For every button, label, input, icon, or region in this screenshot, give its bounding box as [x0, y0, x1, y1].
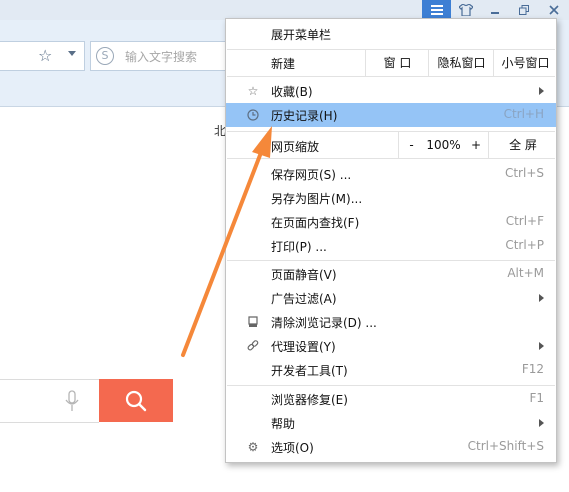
menu-item-favorites[interactable]: ☆ 收藏(B) [226, 79, 556, 103]
gear-icon: ⚙ [247, 440, 259, 454]
menu-item-clear-history[interactable]: 清除浏览记录(D) ... [226, 310, 556, 334]
menu-item-help[interactable]: 帮助 [226, 411, 556, 435]
submenu-arrow-icon [539, 342, 544, 350]
shirt-icon [458, 4, 473, 16]
page-search-button[interactable] [99, 379, 173, 422]
main-menu: 展开菜单栏 新建 窗 口 隐私窗口 小号窗口 ☆ 收藏(B) 历史记录(H) C… [225, 18, 557, 463]
skin-button[interactable] [451, 0, 480, 20]
menu-item-mute[interactable]: 页面静音(V) Alt+M [226, 262, 556, 286]
new-small-window-button[interactable]: 小号窗口 [493, 50, 557, 76]
chevron-down-icon[interactable] [68, 51, 76, 56]
restore-button[interactable] [509, 0, 538, 20]
submenu-arrow-icon [539, 294, 544, 302]
menu-item-adblock[interactable]: 广告过滤(A) [226, 286, 556, 310]
menu-separator [227, 158, 555, 159]
search-icon [125, 390, 147, 411]
menu-item-proxy[interactable]: 代理设置(Y) [226, 334, 556, 358]
menu-separator [227, 76, 555, 77]
clock-icon [246, 108, 260, 122]
menu-button[interactable] [422, 0, 451, 20]
menu-separator [227, 260, 555, 261]
fullscreen-button[interactable]: 全 屏 [488, 132, 557, 158]
minimize-button[interactable] [480, 0, 509, 20]
close-button[interactable] [539, 0, 568, 20]
search-box[interactable]: S 输入文字搜索 [90, 41, 242, 71]
menu-item-save-as-image[interactable]: 另存为图片(M)... [226, 186, 556, 210]
search-placeholder: 输入文字搜索 [125, 50, 198, 64]
address-bar[interactable]: ☆ [0, 41, 85, 71]
title-bar [0, 0, 569, 20]
menu-separator [227, 385, 555, 386]
zoom-level: 100% [426, 138, 461, 152]
menu-item-expand-menubar[interactable]: 展开菜单栏 [226, 22, 556, 46]
link-icon [246, 339, 260, 353]
star-icon[interactable]: ☆ [38, 46, 52, 65]
menu-item-history[interactable]: 历史记录(H) Ctrl+H [226, 103, 556, 127]
menu-item-devtools[interactable]: 开发者工具(T) F12 [226, 358, 556, 382]
minimize-icon [490, 12, 499, 14]
menu-item-repair[interactable]: 浏览器修复(E) F1 [226, 387, 556, 411]
hamburger-icon [430, 5, 443, 15]
submenu-arrow-icon [539, 419, 544, 427]
menu-item-print[interactable]: 打印(P) ... Ctrl+P [226, 234, 556, 258]
microphone-icon[interactable] [64, 390, 80, 414]
menu-item-find[interactable]: 在页面内查找(F) Ctrl+F [226, 210, 556, 234]
menu-item-save-page[interactable]: 保存网页(S) ... Ctrl+S [226, 162, 556, 186]
eraser-icon [246, 315, 260, 329]
menu-item-zoom: 网页缩放 - 100% + 全 屏 [226, 132, 556, 158]
page-search-input[interactable] [0, 379, 99, 423]
menu-item-options[interactable]: ⚙ 选项(O) Ctrl+Shift+S [226, 435, 556, 459]
new-window-button[interactable]: 窗 口 [365, 50, 429, 76]
zoom-out-button[interactable]: - [398, 132, 424, 158]
close-icon [548, 5, 559, 15]
restore-icon [518, 5, 529, 15]
star-icon: ☆ [247, 84, 259, 98]
new-private-window-button[interactable]: 隐私窗口 [428, 50, 494, 76]
search-engine-icon[interactable]: S [96, 47, 114, 65]
zoom-in-button[interactable]: + [464, 132, 488, 158]
submenu-arrow-icon [539, 87, 544, 95]
